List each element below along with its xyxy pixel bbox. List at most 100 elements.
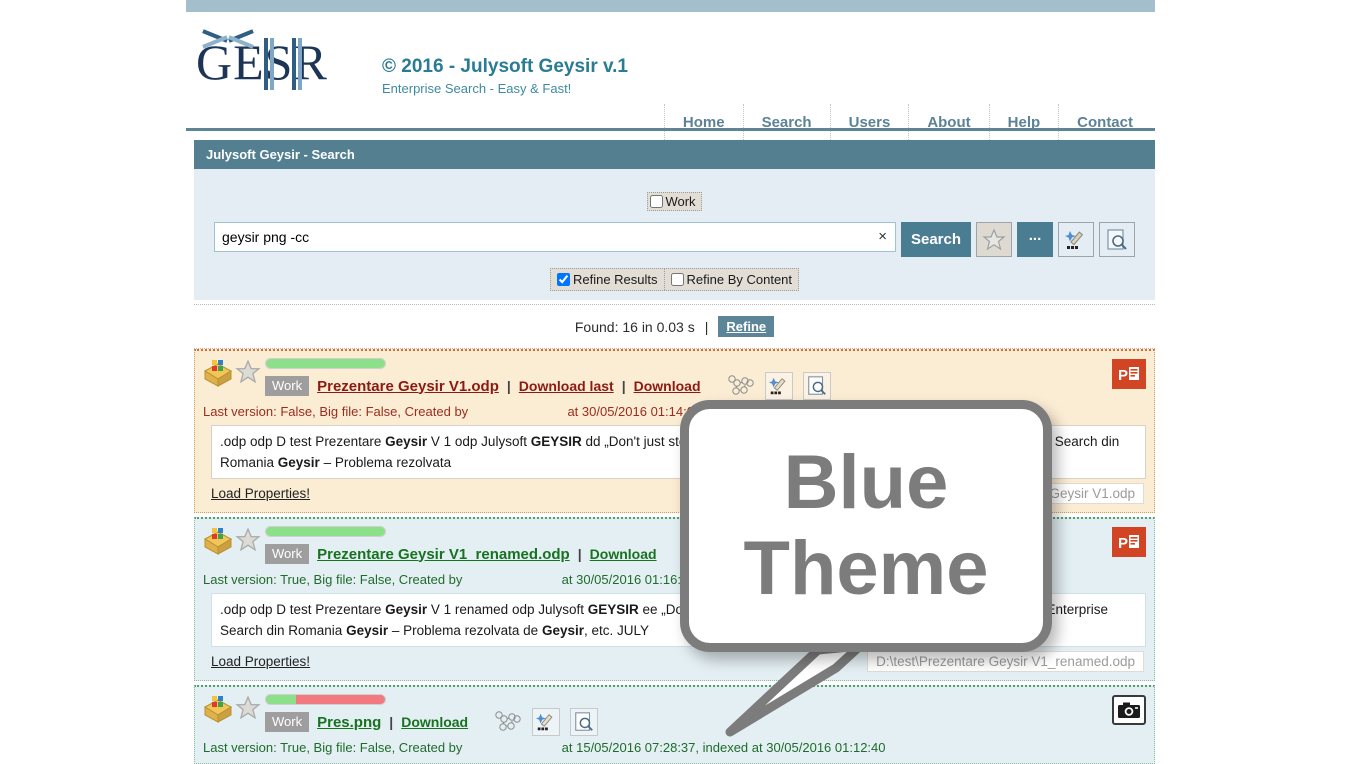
- refine-results-label: Refine Results: [572, 272, 658, 287]
- download-last-link[interactable]: Download last: [519, 378, 614, 394]
- work-checkbox[interactable]: Work: [647, 192, 702, 211]
- favorite-star-icon[interactable]: [235, 527, 261, 553]
- download-link[interactable]: Download: [634, 378, 701, 394]
- logo-crosshatch-icon: [202, 29, 258, 49]
- magic-wand-button[interactable]: [1058, 222, 1094, 257]
- results-summary-bar: Found: 16 in 0.03 s | Refine: [194, 304, 1155, 349]
- refine-results-checkbox[interactable]: Refine Results: [551, 269, 664, 290]
- nav-item-home[interactable]: Home: [663, 104, 743, 140]
- nav-item-users[interactable]: Users: [829, 104, 909, 140]
- result-footer: Load Properties! D:\test\Prezentare Geys…: [203, 483, 1146, 504]
- result-meta-prefix: Last version: True, Big file: False, Cre…: [203, 572, 463, 587]
- result-tools: [683, 540, 787, 568]
- refine-by-content-checkbox[interactable]: Refine By Content: [663, 269, 799, 290]
- powerpoint-icon: P: [1112, 359, 1146, 389]
- relevance-bar: [265, 358, 386, 369]
- result-meta: Last version: True, Big file: False, Cre…: [203, 740, 1146, 755]
- result-meta: Last version: False, Big file: False, Cr…: [203, 404, 1146, 419]
- result-path: D:\test\Prezentare Geysir V1.odp: [927, 483, 1144, 504]
- app-subtitle: Enterprise Search - Easy & Fast!: [382, 81, 572, 96]
- refine-by-content-input[interactable]: [670, 273, 684, 286]
- search-panel: Work × Search ...: [194, 169, 1155, 302]
- load-properties-link[interactable]: Load Properties!: [211, 654, 310, 669]
- result-row[interactable]: P: [194, 349, 1155, 513]
- nav-item-contact[interactable]: Contact: [1058, 104, 1155, 140]
- result-meta-suffix: at 15/05/2016 07:28:37, indexed at 30/05…: [561, 740, 886, 755]
- download-link[interactable]: Download: [590, 546, 657, 562]
- document-search-icon[interactable]: [758, 540, 787, 568]
- app-title: © 2016 - Julysoft Geysir v.1: [382, 56, 628, 77]
- result-snippet: .odp odp D test Prezentare Geysir V 1 re…: [211, 593, 1146, 647]
- result-file-link[interactable]: Pres.png: [317, 714, 381, 731]
- result-main: Work Prezentare Geysir V1.odp | Download…: [265, 357, 1146, 400]
- link-separator: |: [577, 546, 582, 562]
- search-input-wrap[interactable]: ×: [214, 222, 896, 252]
- more-options-button[interactable]: ...: [1017, 222, 1053, 257]
- magic-wand-icon[interactable]: [720, 540, 749, 568]
- document-search-icon[interactable]: [802, 372, 831, 400]
- refine-by-content-label: Refine By Content: [686, 272, 793, 287]
- open-box-icon: [203, 696, 233, 723]
- clear-icon[interactable]: ×: [878, 229, 887, 245]
- result-file-link[interactable]: Prezentare Geysir V1.odp: [317, 378, 499, 395]
- preview-button[interactable]: [1099, 222, 1135, 257]
- download-link[interactable]: Download: [401, 714, 468, 730]
- geysir-logo: GESR: [196, 29, 368, 92]
- nav-underline: [186, 128, 1155, 131]
- load-properties-link[interactable]: Load Properties!: [211, 486, 310, 501]
- summary-divider: |: [704, 318, 709, 335]
- result-header: Work Prezentare Geysir V1.odp | Download…: [203, 357, 1146, 400]
- graph-icon[interactable]: [683, 540, 711, 568]
- file-box-icon: [203, 695, 233, 723]
- relevance-bar: [265, 694, 386, 705]
- work-checkbox-input[interactable]: [650, 195, 664, 208]
- work-filter-wrap: Work: [194, 192, 1155, 211]
- camera-icon: [1112, 695, 1146, 725]
- relevance-bar: [265, 526, 386, 537]
- open-box-icon: [203, 528, 233, 555]
- star-icon: [982, 227, 1006, 250]
- graph-icon[interactable]: [727, 372, 755, 400]
- favorite-star-icon[interactable]: [235, 359, 261, 385]
- search-button[interactable]: Search: [901, 222, 971, 257]
- result-meta-prefix: Last version: True, Big file: False, Cre…: [203, 740, 463, 755]
- nav-item-help[interactable]: Help: [988, 104, 1059, 140]
- favorite-star-icon[interactable]: [235, 695, 261, 721]
- result-tools: [727, 372, 831, 400]
- result-row[interactable]: Work Pres.png | Download Last version: T…: [194, 685, 1155, 764]
- main-nav[interactable]: Home Search Users About Help Contact: [663, 104, 1155, 140]
- document-search-icon: [1107, 228, 1127, 250]
- camera-glyph-icon: [1118, 702, 1140, 718]
- powerpoint-icon: P: [1112, 527, 1146, 557]
- result-row[interactable]: P: [194, 517, 1155, 681]
- nav-item-about[interactable]: About: [908, 104, 988, 140]
- svg-text:P: P: [1118, 535, 1128, 552]
- result-path: D:\test\Prezentare Geysir V1_renamed.odp: [867, 651, 1144, 672]
- refine-results-input[interactable]: [556, 273, 570, 286]
- refine-group: Refine Results Refine By Content: [549, 268, 800, 291]
- result-title-line: Work Prezentare Geysir V1_renamed.odp | …: [265, 540, 1146, 568]
- work-badge: Work: [265, 376, 310, 396]
- result-file-link[interactable]: Prezentare Geysir V1_renamed.odp: [317, 546, 570, 563]
- svg-text:P: P: [1118, 367, 1128, 384]
- result-header: Work Pres.png | Download: [203, 693, 1146, 736]
- search-row: × Search ...: [194, 222, 1155, 257]
- magic-wand-icon[interactable]: [764, 372, 793, 400]
- result-meta: Last version: True, Big file: False, Cre…: [203, 572, 1146, 587]
- result-meta-suffix: at 30/05/2016 01:16:06, indexed at 30/05…: [561, 572, 886, 587]
- work-badge: Work: [265, 544, 310, 564]
- graph-icon[interactable]: [494, 708, 522, 736]
- favorite-button[interactable]: [976, 222, 1012, 257]
- link-separator: |: [506, 378, 511, 394]
- document-search-icon[interactable]: [570, 708, 599, 736]
- result-main: Work Pres.png | Download: [265, 693, 1146, 736]
- brand-titles: © 2016 - Julysoft Geysir v.1 Enterprise …: [382, 30, 628, 98]
- result-meta-suffix: at 30/05/2016 01:14:06, indexed at 30/05…: [567, 404, 892, 419]
- refine-link[interactable]: Refine: [718, 316, 775, 337]
- search-input[interactable]: [215, 223, 895, 251]
- brand-row: GESR © 2016 - Julysoft Geysir v.1 Enterp…: [196, 29, 628, 98]
- nav-item-search[interactable]: Search: [742, 104, 830, 140]
- page-title: Julysoft Geysir - Search: [194, 140, 1155, 169]
- magic-wand-icon[interactable]: [532, 708, 561, 736]
- result-title-line: Work Prezentare Geysir V1.odp | Download…: [265, 372, 1146, 400]
